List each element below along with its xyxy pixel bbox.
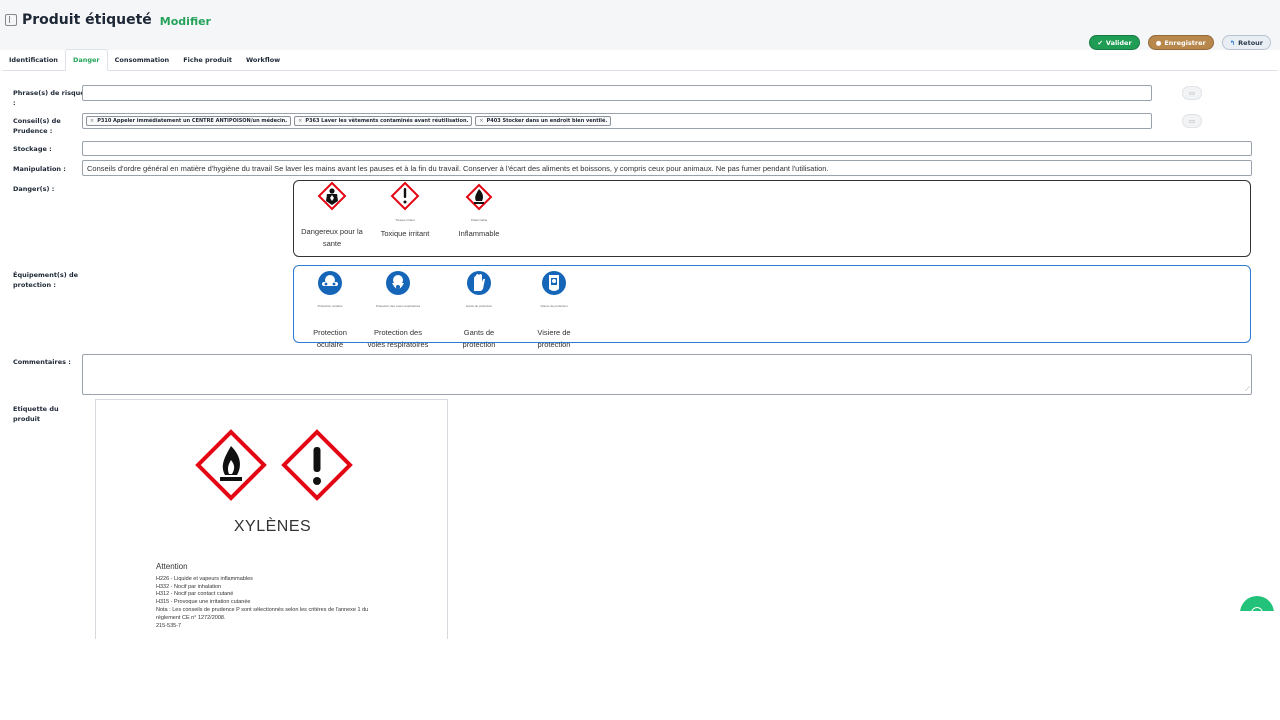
- comment-textarea[interactable]: ⟋: [82, 354, 1252, 395]
- valider-label: Valider: [1105, 38, 1132, 47]
- action-buttons: ✔ Valider ● Enregistrer ↰ Retour: [1089, 35, 1271, 50]
- health-hazard-icon: [317, 181, 347, 211]
- manipulation-input[interactable]: Conseils d'ordre général en matière d'hy…: [82, 160, 1252, 176]
- comment-label: Commentaires :: [13, 358, 71, 366]
- tab-danger[interactable]: Danger: [64, 49, 108, 71]
- respirator-icon: [386, 271, 410, 295]
- equipment-name-2: protection: [462, 340, 496, 349]
- tab-identification[interactable]: Identification: [2, 49, 65, 70]
- equipment-item[interactable]: Protection des voies respiratoires Prote…: [358, 269, 438, 351]
- label-pictograms: [195, 429, 353, 501]
- label-hazard-statements: H226 - Liquide et vapeurs inflammables H…: [156, 576, 416, 631]
- remove-chip-icon[interactable]: ×: [90, 118, 94, 124]
- image-icon: ▭: [1189, 118, 1195, 125]
- label-line: règlement CE n° 1272/2008.: [156, 614, 226, 621]
- remove-chip-icon[interactable]: ×: [298, 118, 302, 124]
- danger-name: Toxique irritant: [380, 229, 430, 238]
- etiquette-label-line2: produit: [13, 415, 40, 423]
- save-icon: ●: [1155, 38, 1162, 47]
- label-product-name: XYLÈNES: [233, 518, 312, 535]
- prudence-label-line1: Conseil(s) de: [13, 117, 61, 125]
- equipment-caption: Protection des voies respiratoires: [375, 304, 421, 308]
- label-line: H312 - Nocif par contact cutané: [156, 591, 234, 597]
- top-bar: Produit étiqueté Modifier ✔ Valider ● En…: [0, 0, 1280, 50]
- equipment-panel[interactable]: Protection oculaire Protection oculaire …: [293, 265, 1251, 349]
- equipment-caption: Visiere de protection: [540, 304, 568, 308]
- prudence-label: Conseil(s) de Prudence :: [13, 116, 81, 136]
- label-line: 215-535-7: [156, 623, 182, 629]
- equipment-caption: Gants de protection: [465, 304, 493, 308]
- label-line: Nota : Les conseils de prudence P sont s…: [156, 607, 369, 613]
- label-signal-word: Attention: [156, 562, 188, 571]
- face-shield-icon: [542, 271, 566, 295]
- flame-hazard-icon: [465, 183, 493, 211]
- risk-phrases-label: Phrase(s) de risque :: [13, 88, 85, 108]
- page-title-text: Produit étiqueté: [22, 12, 152, 28]
- tab-workflow[interactable]: Workflow: [239, 49, 287, 70]
- tab-consommation[interactable]: Consommation: [108, 49, 177, 70]
- label-line: H315 - Provoque une irritation cutanée: [156, 598, 251, 605]
- danger-name: Dangereux pour la: [301, 227, 363, 236]
- equipment-name-2: protection: [537, 340, 571, 349]
- danger-name-2: sante: [322, 239, 342, 248]
- product-label-preview: XYLÈNES Attention H226 - Liquide et vape…: [95, 399, 448, 639]
- equipment-name: Gants de: [463, 328, 495, 337]
- chip-text: P403 Stocker dans un endroit bien ventil…: [486, 118, 608, 124]
- prudence-multiselect[interactable]: × P310 Appeler immédiatement un CENTRE AN…: [82, 113, 1152, 129]
- danger-item[interactable]: Dangereux pour la sante: [292, 181, 372, 250]
- label-section-label: Etiquette du produit: [13, 404, 81, 424]
- danger-item[interactable]: Toxique irritant Toxique irritant: [365, 181, 445, 240]
- label-line: H332 - Nocif par inhalation: [156, 583, 222, 590]
- etiquette-label-line1: Etiquette du: [13, 405, 59, 413]
- equipment-name-2: voies respiratoires: [367, 340, 429, 349]
- equipment-label-line2: protection :: [13, 281, 56, 289]
- retour-label: Retour: [1238, 38, 1263, 47]
- stockage-label: Stockage :: [13, 145, 52, 153]
- danger-item[interactable]: Inflammable Inflammable: [439, 181, 519, 240]
- prudence-label-line2: Prudence :: [13, 127, 53, 135]
- danger-name: Inflammable: [458, 229, 500, 238]
- chip-text: P363 Laver les vêtements contaminés avan…: [305, 118, 469, 124]
- valider-button[interactable]: ✔ Valider: [1089, 35, 1140, 50]
- prudence-picker-button[interactable]: ▭: [1182, 114, 1202, 128]
- stockage-input[interactable]: [82, 141, 1252, 156]
- remove-chip-icon[interactable]: ×: [479, 118, 483, 124]
- dangers-panel[interactable]: Dangereux pour la sante Toxique irritant…: [293, 180, 1251, 257]
- exclamation-hazard-icon: [281, 429, 353, 501]
- risk-label-line2: :: [13, 99, 16, 107]
- equipment-item[interactable]: Visiere de protection Visiere de protect…: [514, 269, 594, 351]
- product-list-icon: [5, 14, 17, 26]
- equipment-label-line1: Équipement(s) de: [13, 271, 79, 279]
- exclamation-hazard-icon: [390, 181, 420, 211]
- risk-phrases-input[interactable]: [82, 85, 1152, 101]
- tab-bar: Identification Danger Consommation Fiche…: [2, 49, 1278, 71]
- chip-text: P310 Appeler immédiatement un CENTRE ANT…: [97, 118, 288, 124]
- enregistrer-label: Enregistrer: [1164, 38, 1206, 47]
- page-title: Produit étiqueté Modifier: [5, 12, 211, 28]
- back-arrow-icon: ↰: [1229, 38, 1236, 47]
- risk-label-line1: Phrase(s) de risque: [13, 89, 85, 97]
- check-icon: ✔: [1097, 38, 1103, 47]
- tab-fiche-produit[interactable]: Fiche produit: [176, 49, 239, 70]
- label-line: H226 - Liquide et vapeurs inflammables: [156, 576, 253, 582]
- flame-hazard-icon: [195, 429, 267, 501]
- gloves-icon: [467, 271, 491, 295]
- equipment-item[interactable]: Gants de protection Gants de protection: [439, 269, 519, 351]
- dangers-label: Danger(s) :: [13, 185, 55, 193]
- equipment-name: Visiere de: [537, 328, 571, 337]
- retour-button[interactable]: ↰ Retour: [1221, 35, 1271, 50]
- risk-phrases-picker-button[interactable]: ▭: [1182, 86, 1202, 100]
- enregistrer-button[interactable]: ● Enregistrer: [1147, 35, 1214, 50]
- resize-handle-icon[interactable]: ⟋: [1245, 386, 1250, 394]
- image-icon: ▭: [1189, 90, 1195, 97]
- prudence-chip[interactable]: × P363 Laver les vêtements contaminés ava…: [294, 116, 473, 126]
- equipment-name: Protection des: [374, 328, 422, 337]
- equipment-label: Équipement(s) de protection :: [13, 270, 81, 290]
- prudence-chip[interactable]: × P403 Stocker dans un endroit bien venti…: [475, 116, 612, 126]
- manipulation-label: Manipulation :: [13, 165, 66, 173]
- page-mode: Modifier: [159, 14, 211, 28]
- prudence-chip[interactable]: × P310 Appeler immédiatement un CENTRE AN…: [86, 116, 292, 126]
